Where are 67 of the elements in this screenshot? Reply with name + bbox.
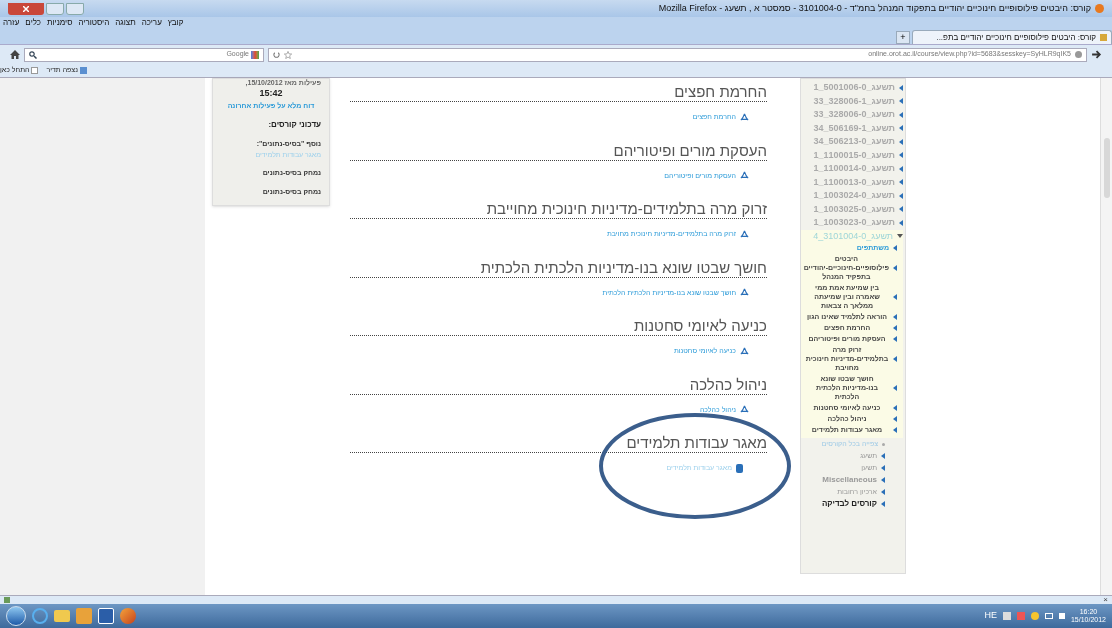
bullet-icon [882, 442, 885, 446]
activity-text: עדכוני קורסים: [267, 119, 321, 131]
addon-bar-close-button[interactable]: × [1103, 596, 1108, 604]
menu-item[interactable]: תצוגה [112, 17, 139, 28]
close-icon [23, 5, 29, 12]
minimize-button[interactable] [66, 2, 84, 15]
collapsed-triangle-icon [893, 264, 897, 271]
section-heading: ניהול כהלכה [350, 374, 767, 395]
firefox-icon[interactable] [120, 608, 136, 624]
menu-item[interactable]: עריכה [138, 17, 165, 28]
section-heading: מאגר עבודות תלמידים [350, 433, 767, 453]
network-icon[interactable] [1044, 613, 1053, 619]
category-link[interactable]: קורסים לבדיקה [801, 498, 903, 510]
course-link[interactable]: תשעג_506213-0_34 [801, 135, 903, 149]
course-link[interactable]: תשעג_1100013-0_1 [801, 175, 903, 189]
section-heading: זרוק מרה בתלמידים-מדיניות חינוכית מחוייבת [350, 199, 767, 219]
course-link[interactable]: תשעג_328006-1_33 [801, 94, 903, 108]
collapsed-triangle-icon [893, 293, 897, 300]
home-icon[interactable] [10, 50, 20, 59]
bookmark-icon [31, 67, 39, 74]
site-info-icon [1075, 51, 1082, 58]
category-link[interactable]: Miscellaneous [801, 474, 903, 486]
tray-icon[interactable] [1030, 612, 1039, 620]
window-title: קורס: היבטים פילוסופיים חינוכיים יהודיים בתפקוד המנהל בחמ"ד - 3101004-0 - סמסטר א , תשעג - Mozilla Firefox [658, 1, 1091, 15]
course-link[interactable]: תשעג_328006-0_33 [801, 108, 903, 122]
language-indicator[interactable]: HE [984, 609, 997, 623]
menu-item[interactable]: היסטוריה [75, 17, 113, 28]
word-icon[interactable] [98, 608, 114, 624]
course-link[interactable]: תשעג_1100015-0_1 [801, 148, 903, 162]
new-tab-button[interactable]: + [896, 31, 910, 44]
course-link[interactable]: תשעג_1003023-0_1 [801, 216, 903, 230]
browser-tab[interactable]: קורס: היבטים פילוסופיים חינוכיים יהודיים בתפ... [912, 30, 1112, 44]
browser-globe-icon[interactable] [32, 608, 48, 624]
collapsed-triangle-icon [893, 384, 897, 391]
menu-item[interactable]: סימניות [44, 17, 76, 28]
search-icon [29, 50, 37, 59]
activity-text: 15:42 [258, 87, 284, 100]
section-heading: החרמת חפצים [350, 82, 767, 102]
search-engine-icon [251, 50, 259, 59]
course-link[interactable]: תשעג_506169-1_34 [801, 121, 903, 135]
close-button[interactable] [8, 2, 44, 15]
collapsed-triangle-icon [893, 244, 897, 251]
restore-button[interactable] [46, 2, 64, 15]
speaker-icon[interactable] [1058, 613, 1065, 619]
menu-item[interactable]: קובץ [164, 17, 187, 28]
reload-icon [273, 51, 280, 58]
course-link[interactable]: תשעג_5001006-0_1 [801, 81, 903, 95]
database-icon [736, 463, 743, 473]
section-heading: העסקת מורים ופיטוריהם [350, 140, 767, 161]
section-heading: חושך שבטו שונא בנו-מדיניות הלכתית הלכתית [350, 257, 767, 278]
tab-icon [1100, 34, 1107, 41]
addon-bar-icon [4, 597, 10, 603]
section-heading: כניעה לאיומי סחטנות [350, 316, 767, 336]
firefox-icon [1095, 4, 1104, 13]
tray-icon[interactable] [1002, 612, 1011, 620]
menu-item[interactable]: עזרה [0, 17, 23, 28]
go-arrow-icon[interactable] [1091, 49, 1102, 60]
bookmark-icon [79, 67, 87, 74]
start-button[interactable] [6, 606, 26, 626]
star-icon [284, 50, 292, 59]
menu-item[interactable]: כלים [22, 17, 44, 28]
course-link[interactable]: תשעג_1100014-0_1 [801, 162, 903, 176]
scrollbar[interactable] [1100, 78, 1112, 595]
course-link[interactable]: תשעג_1003024-0_1 [801, 189, 903, 203]
collapsed-triangle-icon [893, 355, 897, 362]
expanded-triangle-icon [897, 234, 903, 239]
course-link[interactable]: תשעג_1003025-0_1 [801, 202, 903, 216]
